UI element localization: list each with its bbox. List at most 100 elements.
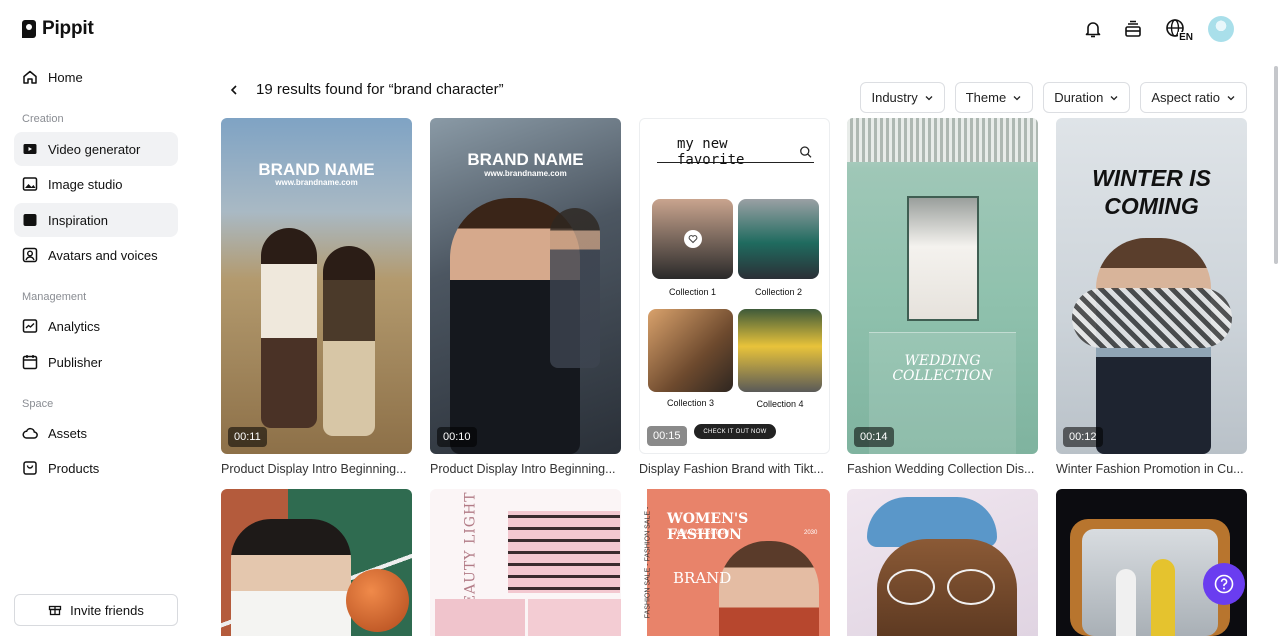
person-figure [1116, 569, 1136, 636]
lipstick-grid [508, 511, 620, 593]
person-figure [550, 208, 600, 368]
template-thumbnail[interactable]: FASHION SALE - FASHION SALE - WOMEN'S FA… [639, 489, 830, 636]
template-thumbnail[interactable] [1056, 489, 1247, 636]
collection-thumb [648, 309, 733, 392]
template-card[interactable]: WINTER IS COMING 00:12 Winter Fashion Pr… [1056, 118, 1247, 476]
collection-label: Collection 3 [666, 398, 715, 408]
sidebar-item-assets[interactable]: Assets [14, 416, 178, 450]
card-caption[interactable]: Winter Fashion Promotion in Cu... [1056, 462, 1247, 476]
filter-industry[interactable]: Industry [860, 82, 945, 113]
analytics-icon [22, 318, 38, 334]
filter-theme[interactable]: Theme [954, 82, 1034, 113]
mock-search-bar: my new favorite [657, 136, 814, 168]
sidebar-item-analytics[interactable]: Analytics [14, 309, 178, 343]
search-icon [799, 145, 812, 158]
beauty-text-box: BEAUTY LIGHT [450, 491, 490, 616]
card-overlay-title: BRAND NAME [258, 160, 375, 179]
sidebar-item-label: Avatars and voices [48, 247, 158, 263]
person-figure [1151, 559, 1175, 636]
template-thumbnail[interactable] [847, 489, 1038, 636]
question-mark-icon [1214, 574, 1234, 594]
template-card[interactable] [221, 489, 412, 636]
pink-panel [528, 599, 621, 636]
user-avatar[interactable] [1208, 16, 1234, 42]
template-thumbnail[interactable]: WINTER IS COMING 00:12 [1056, 118, 1247, 454]
collection-thumb [738, 199, 819, 279]
sidebar-item-label: Inspiration [48, 212, 108, 228]
sidebar-item-inspiration[interactable]: Inspiration [14, 203, 178, 237]
template-card[interactable]: BRAND NAME www.brandname.com 00:11 Produ… [221, 118, 412, 476]
inspiration-icon [22, 212, 38, 228]
language-globe-icon[interactable]: EN [1162, 18, 1194, 43]
card-caption[interactable]: Product Display Intro Beginning... [221, 462, 412, 476]
collection-label: Collection 4 [756, 399, 804, 409]
card-caption[interactable]: Product Display Intro Beginning... [430, 462, 621, 476]
sidebar-item-publisher[interactable]: Publisher [14, 345, 178, 379]
video-icon [22, 141, 38, 157]
template-card[interactable]: WEDDING COLLECTION 00:14 Fashion Wedding… [847, 118, 1038, 476]
template-card[interactable]: BEAUTY LIGHT [430, 489, 621, 636]
card-overlay-year: 2030 [804, 530, 818, 536]
duration-badge: 00:10 [437, 427, 477, 447]
invite-friends-button[interactable]: Invite friends [14, 594, 178, 626]
template-card[interactable] [847, 489, 1038, 636]
cta-pill: CHECK IT OUT NOW [694, 424, 776, 439]
collection-thumb [738, 309, 822, 392]
chevron-down-icon [1013, 95, 1021, 100]
section-creation: Creation [22, 113, 64, 125]
side-text-strip: FASHION SALE - FASHION SALE - [644, 506, 652, 619]
product-icon [22, 460, 38, 476]
card-overlay-title: WINTER IS COMING [1092, 165, 1211, 219]
template-thumbnail[interactable] [221, 489, 412, 636]
template-card[interactable] [1056, 489, 1247, 636]
header-actions: EN [1082, 16, 1234, 43]
help-button[interactable] [1203, 563, 1245, 605]
template-thumbnail[interactable]: WEDDING COLLECTION 00:14 [847, 118, 1038, 454]
sidebar-item-label: Video generator [48, 141, 141, 157]
sidebar-item-home[interactable]: Home [14, 60, 178, 94]
template-thumbnail[interactable]: my new favorite Collection 1 Collection … [639, 118, 830, 454]
template-thumbnail[interactable]: BEAUTY LIGHT [430, 489, 621, 636]
back-button[interactable] [226, 82, 242, 98]
glasses-icon [947, 569, 995, 605]
filter-duration[interactable]: Duration [1043, 82, 1131, 113]
plaid-coat [1072, 288, 1232, 348]
calendar-icon [22, 354, 38, 370]
card-overlay-title: WEDDING COLLECTION [892, 353, 993, 384]
filter-aspect-ratio[interactable]: Aspect ratio [1140, 82, 1247, 113]
template-thumbnail[interactable]: BRAND NAME www.brandname.com 00:11 [221, 118, 412, 454]
template-card[interactable]: FASHION SALE - FASHION SALE - WOMEN'S FA… [639, 489, 830, 636]
ceiling-lights [847, 118, 1038, 162]
person-figure [261, 228, 317, 428]
template-card[interactable]: my new favorite Collection 1 Collection … [639, 118, 830, 476]
sidebar-item-avatars[interactable]: Avatars and voices [14, 238, 178, 272]
card-caption[interactable]: Display Fashion Brand with Tikt... [639, 462, 830, 476]
sidebar-item-video-generator[interactable]: Video generator [14, 132, 178, 166]
person-figure [231, 519, 351, 636]
sidebar-item-image-studio[interactable]: Image studio [14, 167, 178, 201]
heart-icon [684, 230, 702, 248]
card-overlay-title: WOMEN'S FASHION [667, 511, 749, 543]
card-overlay-subtitle: www.brandname.com [484, 169, 567, 178]
template-card[interactable]: BRAND NAME www.brandname.com 00:10 Produ… [430, 118, 621, 476]
chevron-down-icon [1110, 95, 1118, 100]
invite-label: Invite friends [70, 602, 144, 618]
app-name: Pippit [42, 18, 94, 39]
template-thumbnail[interactable]: BRAND NAME www.brandname.com 00:10 [430, 118, 621, 454]
chevron-left-icon [230, 85, 237, 95]
collection-label: Collection 1 [668, 287, 717, 297]
cloud-icon [22, 425, 38, 441]
filter-bar: Industry Theme Duration Aspect ratio [860, 82, 1247, 113]
avatar-icon [22, 247, 38, 263]
sidebar-item-label: Home [48, 69, 83, 85]
card-caption[interactable]: Fashion Wedding Collection Dis... [847, 462, 1038, 476]
page-scrollbar[interactable] [1274, 66, 1278, 264]
chevron-down-icon [925, 95, 933, 100]
sidebar-item-products[interactable]: Products [14, 451, 178, 485]
logo[interactable]: Pippit [22, 18, 94, 40]
chevron-down-icon [1227, 95, 1235, 100]
results-title: 19 results found for “brand character” [256, 81, 504, 98]
section-space: Space [22, 398, 54, 410]
bell-icon[interactable] [1082, 18, 1104, 40]
inbox-icon[interactable] [1122, 18, 1144, 40]
